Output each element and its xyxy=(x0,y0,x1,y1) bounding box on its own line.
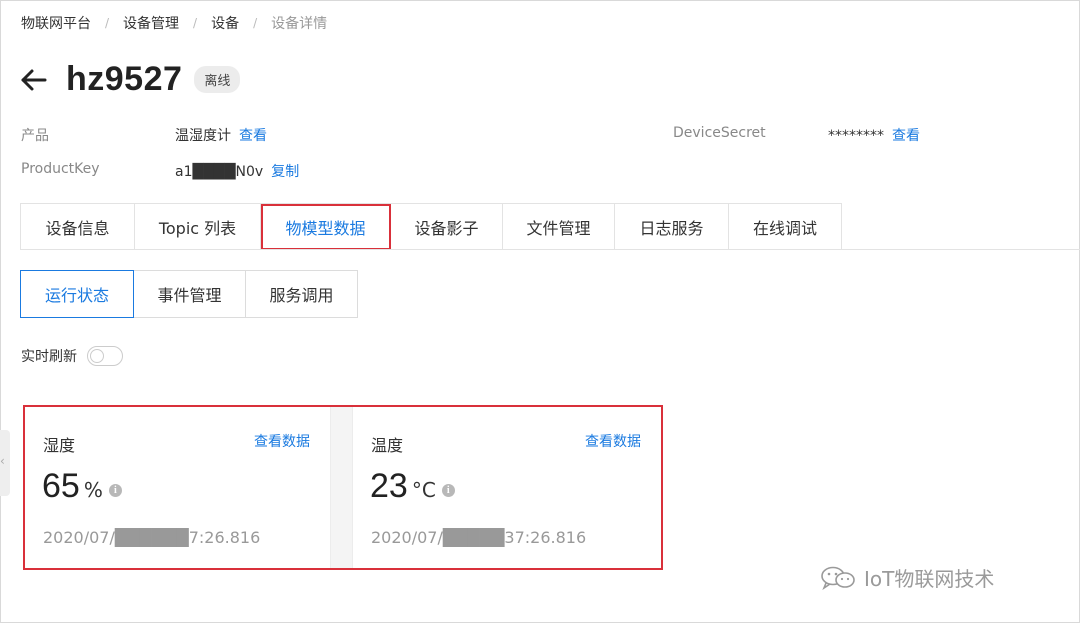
main-tabs: 设备信息 Topic 列表 物模型数据 设备影子 文件管理 日志服务 在线调试 xyxy=(20,203,842,250)
breadcrumb-item-device-management[interactable]: 设备管理 xyxy=(123,13,179,33)
product-label: 产品 xyxy=(21,128,49,144)
sidebar-collapse-handle[interactable]: ‹ xyxy=(0,430,10,496)
highlight-outline xyxy=(23,405,663,570)
subtab-service-invocation[interactable]: 服务调用 xyxy=(245,270,358,318)
productkey-value: a1████N0v xyxy=(175,164,264,180)
sub-tabs: 运行状态 事件管理 服务调用 xyxy=(20,270,358,318)
productkey-label: ProductKey xyxy=(21,161,100,177)
product-value: 温湿度计 xyxy=(175,128,231,144)
tab-log-service[interactable]: 日志服务 xyxy=(615,204,729,250)
devicesecret-label: DeviceSecret xyxy=(673,125,766,141)
page-header: hz9527 离线 xyxy=(20,60,241,99)
tab-device-info[interactable]: 设备信息 xyxy=(21,204,135,250)
realtime-refresh: 实时刷新 xyxy=(21,346,123,366)
tabs-divider xyxy=(20,249,1080,250)
breadcrumb-item-device-detail: 设备详情 xyxy=(271,16,328,32)
tab-topic-list[interactable]: Topic 列表 xyxy=(135,204,261,250)
breadcrumb-item-iot-platform[interactable]: 物联网平台 xyxy=(21,13,91,33)
devicesecret-value-group: ******** 查看 xyxy=(828,125,920,145)
tab-online-debug[interactable]: 在线调试 xyxy=(729,204,841,250)
tab-device-shadow[interactable]: 设备影子 xyxy=(391,204,503,250)
status-badge: 离线 xyxy=(194,66,241,93)
tab-thing-model-data[interactable]: 物模型数据 xyxy=(261,204,391,250)
watermark-text: IoT物联网技术 xyxy=(864,567,995,591)
subtab-running-status[interactable]: 运行状态 xyxy=(20,270,134,318)
subtab-event-management[interactable]: 事件管理 xyxy=(133,270,246,318)
realtime-refresh-label: 实时刷新 xyxy=(21,349,77,365)
chevron-left-icon: ‹ xyxy=(0,454,5,468)
realtime-refresh-toggle[interactable] xyxy=(87,346,123,366)
devicesecret-value: ******** xyxy=(828,128,884,144)
devicesecret-view-link[interactable]: 查看 xyxy=(892,128,920,144)
tab-file-management[interactable]: 文件管理 xyxy=(503,204,615,250)
productkey-copy-link[interactable]: 复制 xyxy=(271,164,299,180)
breadcrumb-separator: / xyxy=(253,16,258,30)
breadcrumb-separator: / xyxy=(105,16,110,30)
breadcrumb-item-devices[interactable]: 设备 xyxy=(211,13,239,33)
breadcrumb-separator: / xyxy=(193,16,198,30)
wechat-icon xyxy=(820,566,856,590)
product-view-link[interactable]: 查看 xyxy=(239,128,267,144)
arrow-left-icon[interactable] xyxy=(20,66,48,94)
product-value-group: 温湿度计 查看 xyxy=(175,125,267,145)
productkey-value-group: a1████N0v 复制 xyxy=(175,161,299,181)
toggle-knob xyxy=(90,349,104,363)
watermark: IoT物联网技术 xyxy=(820,563,994,592)
page-title: hz9527 xyxy=(66,60,183,98)
breadcrumb: 物联网平台 / 设备管理 / 设备 / 设备详情 xyxy=(21,13,327,33)
